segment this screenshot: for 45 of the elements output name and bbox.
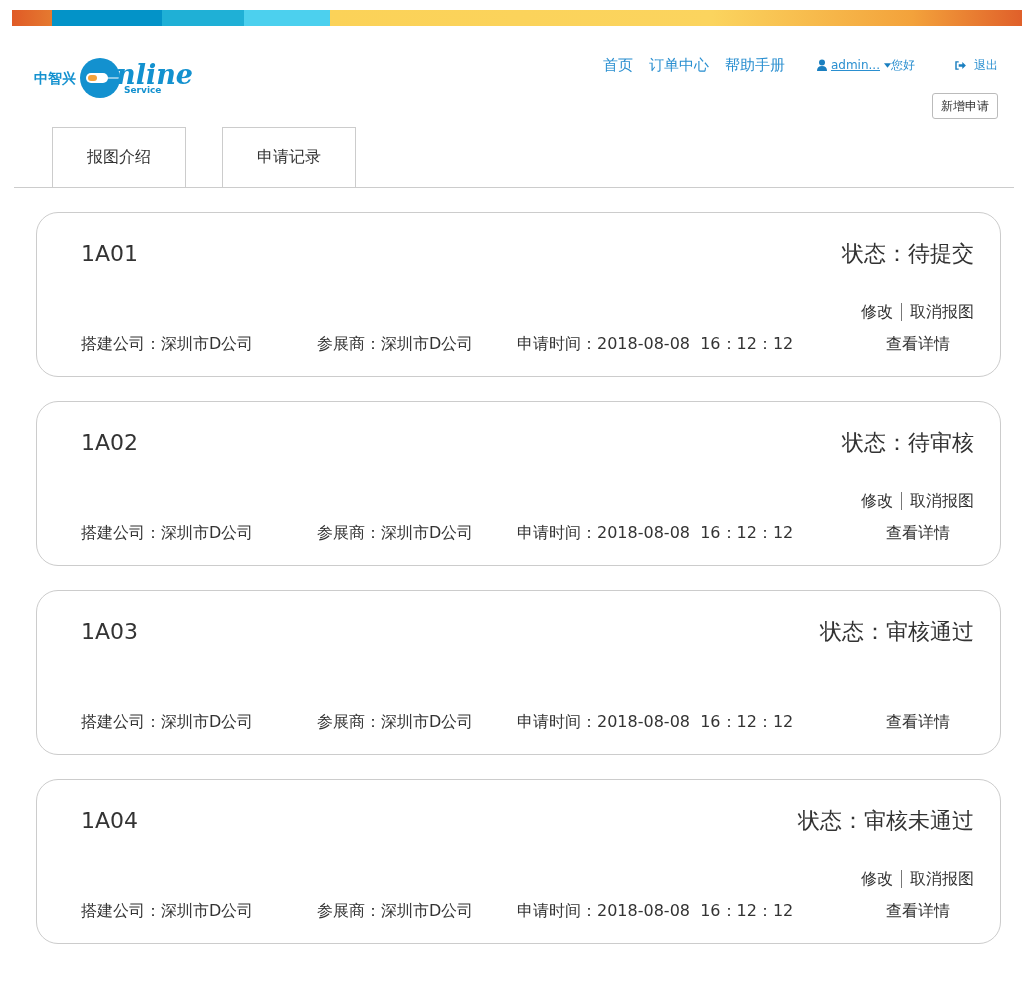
record-code: 1A02	[81, 428, 139, 457]
action-link[interactable]: 修改	[861, 866, 893, 891]
builder-company-text: 搭建公司：深圳市D公司	[81, 332, 255, 355]
logo-circle-icon	[80, 58, 120, 99]
view-details-link[interactable]: 查看详情	[886, 331, 950, 356]
builder-company-text: 搭建公司：深圳市D公司	[81, 899, 255, 922]
builder-company-text: 搭建公司：深圳市D公司	[81, 710, 255, 733]
exhibitor-text: 参展商：深圳市D公司	[317, 710, 475, 733]
nav-link[interactable]: 订单中心	[648, 54, 709, 77]
nav-link[interactable]: 首页	[602, 54, 633, 77]
logout-link[interactable]: 退出	[974, 56, 998, 75]
logout-icon[interactable]	[955, 60, 966, 70]
record-code: 1A01	[81, 239, 139, 268]
logo-subtitle: Service	[124, 86, 162, 96]
view-details-link[interactable]: 查看详情	[886, 709, 950, 734]
action-link[interactable]: 修改	[861, 299, 893, 324]
application-time-text: 申请时间：2018-08-08 16：12：12	[517, 521, 794, 544]
application-time-text: 申请时间：2018-08-08 16：12：12	[517, 710, 794, 733]
username-link[interactable]: admin...	[830, 56, 880, 75]
action-link[interactable]: 修改	[861, 488, 893, 513]
action-link[interactable]: 取消报图	[910, 488, 974, 513]
exhibitor-text: 参展商：深圳市D公司	[317, 332, 475, 355]
record-status: 状态：待提交	[842, 239, 974, 268]
record-code: 1A04	[81, 806, 139, 835]
greeting-text: 您好	[891, 57, 915, 75]
action-link[interactable]: 取消报图	[910, 866, 974, 891]
view-details-link[interactable]: 查看详情	[886, 520, 950, 545]
new-application-button[interactable]: 新增申请	[932, 92, 998, 119]
exhibitor-text: 参展商：深圳市D公司	[317, 521, 475, 544]
view-details-link[interactable]: 查看详情	[886, 898, 950, 923]
application-time-text: 申请时间：2018-08-08 16：12：12	[517, 332, 794, 355]
user-icon	[816, 59, 827, 72]
record-code: 1A03	[81, 617, 139, 646]
action-link[interactable]: 取消报图	[910, 299, 974, 324]
record-status: 状态：审核未通过	[798, 806, 974, 835]
logo-brand-text: 中智兴	[34, 68, 76, 88]
caret-icon[interactable]	[884, 62, 891, 68]
nav-link[interactable]: 帮助手册	[724, 54, 785, 77]
application-time-text: 申请时间：2018-08-08 16：12：12	[517, 899, 794, 922]
tab[interactable]: 报图介绍	[52, 126, 186, 187]
record-status: 状态：审核通过	[820, 617, 974, 646]
exhibitor-text: 参展商：深圳市D公司	[317, 899, 475, 922]
record-status: 状态：待审核	[842, 428, 974, 457]
builder-company-text: 搭建公司：深圳市D公司	[81, 521, 255, 544]
tab[interactable]: 申请记录	[222, 126, 356, 187]
